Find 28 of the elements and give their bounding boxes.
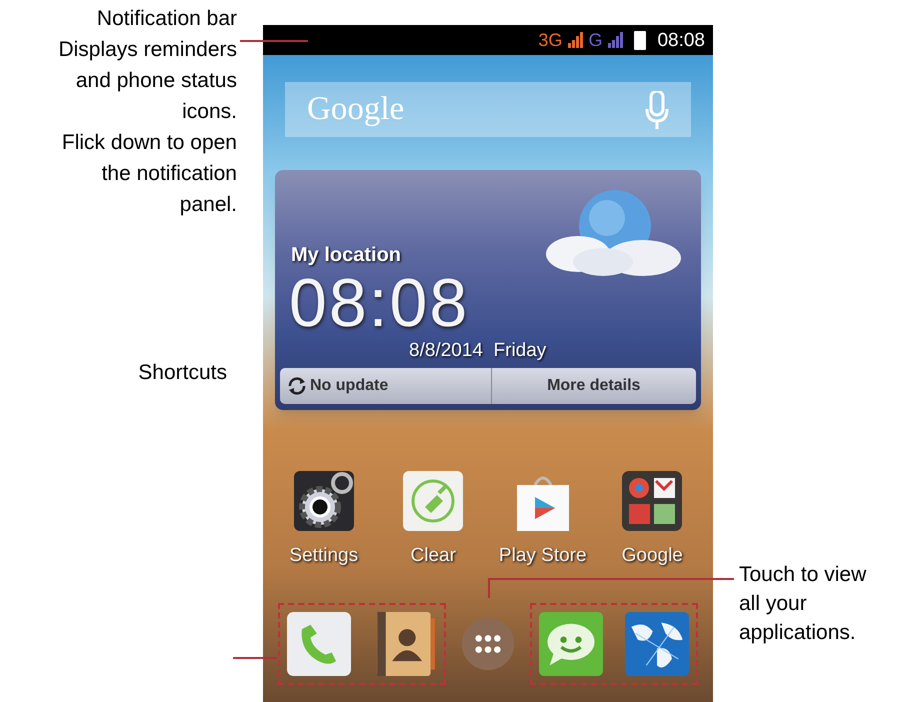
callout-text: Displays reminders and phone status icons. Flick down to open the notification panel. bbox=[58, 37, 237, 218]
battery-icon bbox=[634, 30, 646, 50]
callout-text: Touch to view all your applications. bbox=[739, 562, 868, 646]
refresh-icon bbox=[286, 375, 308, 397]
app-label[interactable]: Play Store bbox=[498, 546, 587, 565]
app-grid-icon[interactable] bbox=[460, 616, 516, 672]
status-time: 08:08 bbox=[657, 30, 705, 50]
gears-icon[interactable] bbox=[294, 471, 354, 531]
location-label: My location bbox=[291, 245, 402, 265]
callout-title: Notification bar bbox=[96, 6, 237, 32]
refresh-button[interactable]: No update bbox=[280, 368, 492, 404]
app-label[interactable]: Clear bbox=[410, 546, 456, 565]
search-bar[interactable]: Google bbox=[285, 82, 691, 137]
clock-time: 08:08 bbox=[289, 269, 470, 337]
callout-text: Shortcuts bbox=[138, 360, 227, 386]
details-button[interactable]: More details bbox=[492, 368, 696, 404]
clock-date: 8/8/2014 Friday bbox=[409, 341, 548, 360]
app-folder-icon[interactable] bbox=[622, 471, 682, 531]
speech-bubble-icon[interactable] bbox=[539, 612, 603, 676]
app-label[interactable]: Settings bbox=[289, 546, 358, 565]
leader-line bbox=[240, 40, 308, 42]
network-label: G bbox=[588, 31, 602, 49]
signal-icon bbox=[567, 32, 584, 48]
app-label[interactable]: Google bbox=[622, 546, 683, 565]
network-label: 3G bbox=[538, 31, 562, 49]
search-logo-text: Google bbox=[307, 90, 404, 129]
leader-line bbox=[233, 657, 277, 659]
signal-icon bbox=[607, 32, 624, 48]
